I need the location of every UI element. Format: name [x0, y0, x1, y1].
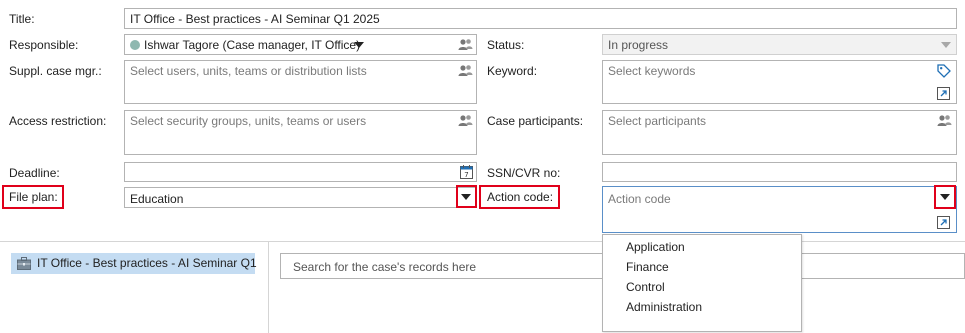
tag-icon[interactable] — [937, 64, 951, 81]
case-participants-field[interactable]: Select participants — [602, 110, 957, 155]
section-divider — [0, 241, 965, 242]
pane-divider[interactable] — [268, 242, 269, 333]
action-code-option[interactable]: Finance — [626, 260, 669, 274]
status-value: In progress — [608, 38, 669, 52]
user-group-icon[interactable] — [458, 38, 473, 54]
responsible-label: Responsible: — [9, 38, 79, 52]
user-group-icon[interactable] — [458, 114, 473, 130]
title-value: IT Office - Best practices - AI Seminar … — [130, 12, 380, 26]
open-link-icon[interactable] — [937, 87, 950, 103]
svg-text:7: 7 — [464, 171, 468, 179]
action-code-dropdown-arrow-icon[interactable] — [940, 194, 950, 200]
status-dot-icon — [130, 40, 140, 50]
open-link-icon[interactable] — [937, 216, 950, 232]
deadline-field[interactable]: 7 — [124, 162, 477, 182]
file-plan-label: File plan: — [9, 190, 58, 204]
file-plan-field[interactable]: Education — [124, 187, 477, 208]
case-participants-placeholder: Select participants — [608, 114, 707, 128]
records-search-placeholder: Search for the case's records here — [293, 260, 477, 274]
action-code-placeholder: Action code — [608, 192, 671, 206]
access-restriction-placeholder: Select security groups, units, teams or … — [130, 114, 367, 128]
responsible-field[interactable]: Ishwar Tagore (Case manager, IT Office) — [124, 34, 477, 55]
deadline-label: Deadline: — [9, 166, 60, 180]
action-code-label: Action code: — [487, 190, 554, 204]
action-code-option[interactable]: Application — [626, 240, 685, 254]
suppl-case-mgr-placeholder: Select users, units, teams or distributi… — [130, 64, 367, 78]
user-group-icon[interactable] — [458, 64, 473, 80]
title-label: Title: — [9, 12, 35, 26]
responsible-dropdown-arrow-icon[interactable] — [354, 42, 364, 48]
case-tree-item-label: IT Office - Best practices - AI Seminar … — [37, 256, 257, 270]
keyword-field[interactable]: Select keywords — [602, 60, 957, 104]
action-code-option[interactable]: Control — [626, 280, 665, 294]
ssn-cvr-label: SSN/CVR no: — [487, 166, 561, 180]
suppl-case-mgr-field[interactable]: Select users, units, teams or distributi… — [124, 60, 477, 104]
action-code-option[interactable]: Administration — [626, 300, 702, 314]
status-dropdown-arrow-icon — [941, 42, 951, 48]
action-code-field[interactable]: Action code — [602, 186, 957, 233]
file-plan-dropdown-arrow-icon[interactable] — [461, 194, 471, 200]
title-field[interactable]: IT Office - Best practices - AI Seminar … — [124, 8, 957, 29]
action-code-dropdown-list: Application Finance Control Administrati… — [602, 234, 802, 332]
status-field: In progress — [602, 34, 957, 55]
status-label: Status: — [487, 38, 525, 52]
file-plan-value: Education — [130, 192, 184, 206]
keyword-placeholder: Select keywords — [608, 64, 696, 78]
access-restriction-field[interactable]: Select security groups, units, teams or … — [124, 110, 477, 155]
suppl-case-mgr-label: Suppl. case mgr.: — [9, 64, 102, 78]
case-participants-label: Case participants: — [487, 114, 584, 128]
case-icon — [17, 257, 31, 273]
ssn-cvr-field[interactable] — [602, 162, 957, 182]
calendar-icon[interactable]: 7 — [460, 165, 473, 182]
case-tree-item[interactable]: IT Office - Best practices - AI Seminar … — [11, 253, 257, 274]
keyword-label: Keyword: — [487, 64, 538, 78]
responsible-value: Ishwar Tagore (Case manager, IT Office) — [144, 38, 361, 52]
user-group-icon[interactable] — [937, 114, 952, 130]
access-restriction-label: Access restriction: — [9, 114, 107, 128]
